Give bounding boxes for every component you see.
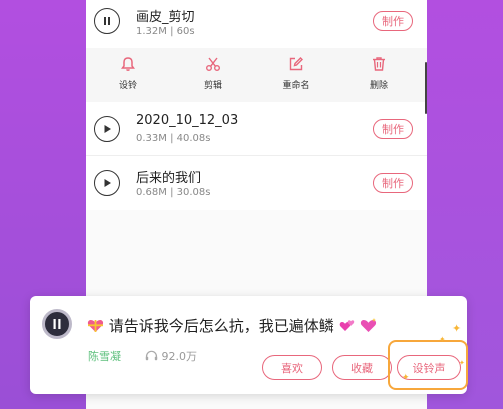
sparkling-heart-icon — [361, 318, 377, 332]
like-button[interactable]: 喜欢 — [262, 355, 322, 380]
track-row[interactable]: 2020_10_12_03 0.33M | 40.08s 制作 — [86, 102, 427, 154]
make-button[interactable]: 制作 — [373, 173, 413, 193]
edit-icon — [289, 57, 303, 71]
play-count: 92.0万 — [145, 348, 197, 364]
screen: 画皮_剪切 1.32M | 60s 制作 设铃 剪辑 重命名 删除 2020_1… — [0, 0, 503, 409]
cut-label: 剪辑 — [203, 81, 222, 91]
track-title: 2020_10_12_03 — [136, 113, 239, 128]
make-button[interactable]: 制作 — [373, 119, 413, 139]
set-ringtone-action[interactable]: 设铃 — [98, 56, 158, 91]
play-icon — [104, 179, 111, 187]
scissors-icon — [206, 57, 220, 71]
track-meta: 0.68M | 30.08s — [136, 187, 211, 198]
play-button[interactable] — [94, 170, 120, 196]
lyric-text: 请告诉我今后怎么抗，我已遍体鳞 — [108, 317, 334, 335]
track-row[interactable]: 画皮_剪切 1.32M | 60s 制作 — [86, 0, 427, 48]
pause-button[interactable] — [94, 8, 120, 34]
collect-button[interactable]: 收藏 — [332, 355, 392, 380]
sparkle-icon: ✦ — [459, 359, 465, 367]
now-playing-popup: 请告诉我今后怎么抗，我已遍体鳞 陈雪凝 92.0万 喜欢 收藏 设铃声 ✦ ✦ — [30, 296, 468, 394]
lyric-line: 请告诉我今后怎么抗，我已遍体鳞 — [87, 315, 377, 336]
delete-label: 删除 — [369, 81, 388, 91]
track-title: 后来的我们 — [136, 171, 202, 186]
bell-icon — [121, 57, 135, 71]
delete-action[interactable]: 删除 — [349, 56, 409, 91]
cut-action[interactable]: 剪辑 — [183, 56, 243, 91]
pause-icon — [53, 319, 61, 329]
heart-gift-icon — [87, 320, 104, 332]
track-actions-toolbar: 设铃 剪辑 重命名 删除 — [86, 48, 427, 102]
artist-name[interactable]: 陈雪凝 — [88, 348, 121, 364]
sparkle-icon: ✦ — [402, 373, 410, 383]
set-ringtone-label: 设铃 — [118, 81, 137, 91]
track-row[interactable]: 后来的我们 0.68M | 30.08s 制作 — [86, 156, 427, 208]
track-title: 画皮_剪切 — [136, 10, 195, 25]
headphones-icon — [145, 350, 158, 361]
rename-action[interactable]: 重命名 — [266, 56, 326, 91]
track-meta: 0.33M | 40.08s — [136, 133, 211, 144]
sparkle-icon: ✦ — [452, 322, 462, 335]
scrollbar[interactable] — [425, 62, 427, 114]
sparkle-icon: ✦ — [439, 335, 446, 344]
play-count-value: 92.0万 — [161, 350, 198, 363]
trash-icon — [373, 57, 385, 71]
pause-icon — [104, 17, 110, 25]
play-icon — [104, 125, 111, 133]
popup-pause-button[interactable] — [42, 309, 72, 339]
make-button[interactable]: 制作 — [373, 11, 413, 31]
rename-label: 重命名 — [282, 81, 310, 91]
two-hearts-icon — [339, 320, 354, 331]
track-meta: 1.32M | 60s — [136, 26, 195, 37]
play-button[interactable] — [94, 116, 120, 142]
